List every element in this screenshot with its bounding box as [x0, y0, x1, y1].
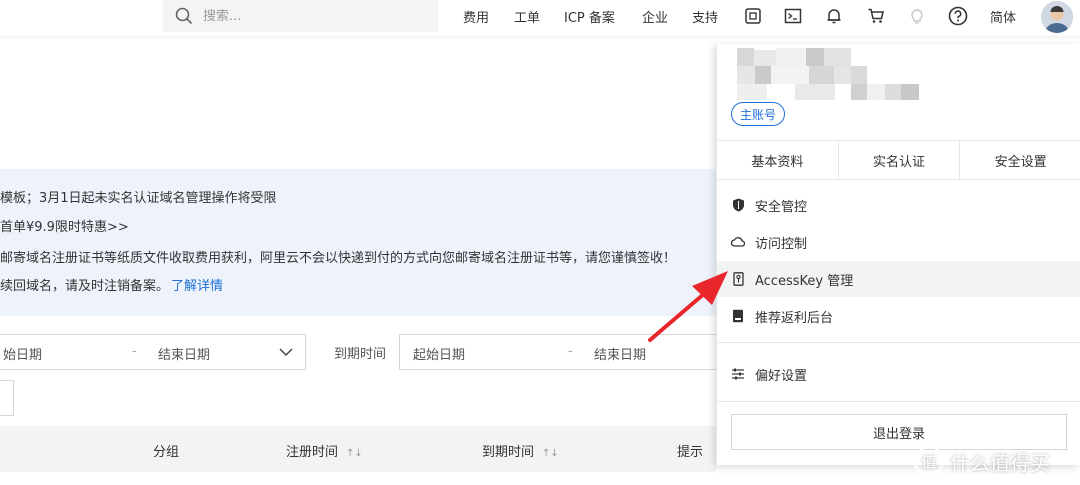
- divider: [717, 401, 1080, 402]
- date-dash: -: [132, 344, 137, 359]
- col-register-time-label: 注册时间: [286, 445, 339, 460]
- account-tabs: 基本资料 实名认证 安全设置: [717, 140, 1080, 180]
- menu-item-preferences[interactable]: 偏好设置: [717, 356, 1080, 392]
- expiry-end-date-input[interactable]: 结束日期: [594, 344, 646, 363]
- tab-security-settings[interactable]: 安全设置: [960, 141, 1080, 179]
- search-button-partial[interactable]: [0, 380, 14, 416]
- account-dropdown-panel: 主账号 基本资料 实名认证 安全设置 安全管控 访问控制 AccessKey 管…: [716, 44, 1080, 465]
- shield-icon: [731, 198, 745, 212]
- watermark-logo: 值: [914, 446, 944, 476]
- col-expiry-time[interactable]: 到期时间 ↑↓: [482, 441, 559, 460]
- tab-basic-info[interactable]: 基本资料: [717, 141, 839, 179]
- sort-icon[interactable]: ↑↓: [346, 448, 363, 459]
- expiry-time-label: 到期时间: [334, 347, 387, 362]
- nav-enterprise[interactable]: 企业: [642, 0, 668, 32]
- search-input[interactable]: [203, 8, 403, 24]
- logout-button[interactable]: 退出登录: [731, 414, 1067, 450]
- col-group: 分组: [153, 445, 180, 460]
- main-account-badge: 主账号: [731, 102, 786, 126]
- help-icon[interactable]: [948, 6, 968, 26]
- learn-more-link[interactable]: 了解详情: [171, 279, 223, 294]
- top-navigation-bar: 费用 工单 ICP 备案 企业 支持 简体: [0, 0, 1080, 36]
- notice-line-1[interactable]: 模板；3月1日起未实名认证域名管理操作将受限: [0, 187, 277, 206]
- menu-item-label: AccessKey 管理: [755, 273, 854, 289]
- menu-item-accesskey[interactable]: AccessKey 管理: [717, 261, 1080, 297]
- ai-assistant-icon[interactable]: [743, 6, 763, 26]
- sliders-icon: [731, 367, 745, 381]
- col-hint: 提示: [677, 445, 704, 460]
- menu-item-label: 安全管控: [755, 199, 808, 215]
- language-switch[interactable]: 简体: [990, 0, 1016, 32]
- sort-icon[interactable]: ↑↓: [542, 448, 559, 459]
- menu-item-label: 访问控制: [755, 236, 808, 252]
- expiry-date-range[interactable]: 起始日期 - 结束日期: [399, 334, 717, 370]
- notice-line-4: 续回域名，请及时注销备案。 了解详情: [0, 275, 223, 294]
- blurred-account-name: [737, 48, 919, 100]
- menu-item-access-control[interactable]: 访问控制: [717, 224, 1080, 260]
- date-dash: -: [568, 344, 573, 359]
- tab-real-name-auth[interactable]: 实名认证: [839, 141, 961, 179]
- col-register-time[interactable]: 注册时间 ↑↓: [286, 441, 363, 460]
- nav-tickets[interactable]: 工单: [514, 0, 540, 32]
- cloud-icon: [731, 235, 745, 249]
- notice-line-4-text: 续回域名，请及时注销备案。: [0, 279, 170, 294]
- user-avatar[interactable]: [1041, 1, 1073, 33]
- nav-support[interactable]: 支持: [692, 0, 718, 32]
- chevron-down-icon: [279, 348, 293, 357]
- cart-icon[interactable]: [866, 6, 886, 26]
- menu-item-security-control[interactable]: 安全管控: [717, 187, 1080, 223]
- key-icon: [731, 272, 745, 286]
- notice-promo-link[interactable]: 首单¥9.9限时特惠>>: [0, 216, 129, 235]
- terminal-icon[interactable]: [783, 6, 803, 26]
- menu-item-label: 偏好设置: [755, 368, 808, 384]
- watermark-text: 什么值得买: [950, 450, 1050, 475]
- expiry-start-date-input[interactable]: 起始日期: [413, 344, 465, 363]
- start-date-input[interactable]: 始日期: [3, 344, 42, 363]
- lightbulb-icon[interactable]: [907, 6, 927, 26]
- col-expiry-time-label: 到期时间: [482, 445, 535, 460]
- domain-notice-banner: 模板；3月1日起未实名认证域名管理操作将受限 首单¥9.9限时特惠>> 邮寄域名…: [0, 169, 716, 316]
- domain-table-header: 分组 注册时间 ↑↓ 到期时间 ↑↓ 提示: [0, 426, 716, 472]
- notice-line-3: 邮寄域名注册证书等纸质文件收取费用获利，阿里云不会以快递到付的方式向您邮寄域名注…: [0, 251, 677, 266]
- menu-item-label: 推荐返利后台: [755, 310, 834, 326]
- nav-icp[interactable]: ICP 备案: [564, 0, 615, 32]
- nav-billing[interactable]: 费用: [463, 0, 489, 32]
- end-date-input[interactable]: 结束日期: [158, 344, 210, 363]
- badge-icon: [731, 309, 745, 323]
- divider: [717, 342, 1080, 343]
- global-search[interactable]: [163, 0, 438, 32]
- menu-item-referral-rebate[interactable]: 推荐返利后台: [717, 298, 1080, 334]
- search-icon: [175, 7, 193, 25]
- bell-icon[interactable]: [824, 6, 844, 26]
- site-watermark: 值 什么值得买: [914, 446, 1050, 476]
- registration-date-range[interactable]: 始日期 - 结束日期: [0, 334, 306, 370]
